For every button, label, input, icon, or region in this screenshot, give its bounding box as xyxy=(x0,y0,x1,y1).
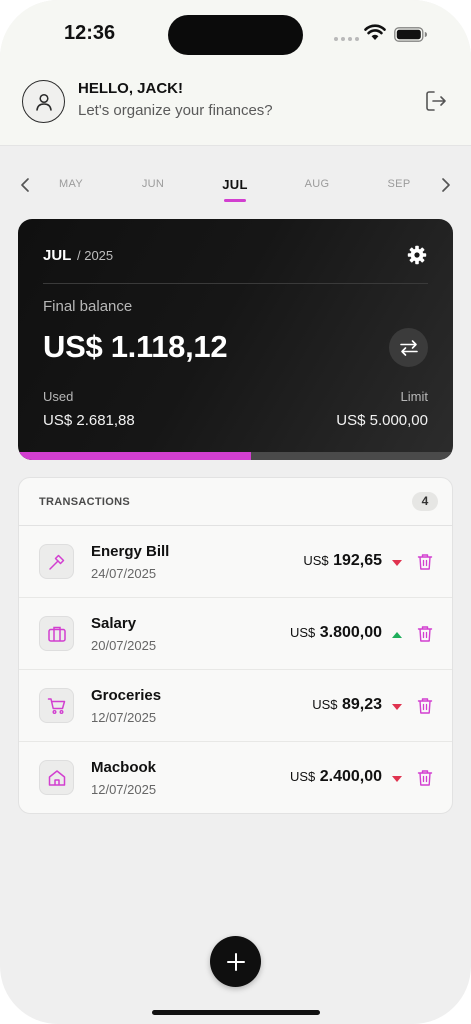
transaction-date: 20/07/2025 xyxy=(91,638,157,653)
transaction-date: 24/07/2025 xyxy=(91,566,157,581)
chevron-right-icon[interactable] xyxy=(438,176,454,194)
transaction-amount: US$ 3.800,00 xyxy=(290,624,382,642)
card-month: JUL xyxy=(43,247,72,264)
trash-icon[interactable] xyxy=(417,553,433,571)
greeting-subtitle: Let's organize your finances? xyxy=(78,102,273,119)
transaction-value: 3.800,00 xyxy=(319,624,382,641)
cart-icon xyxy=(47,697,65,714)
status-time: 12:36 xyxy=(64,22,116,44)
active-month-indicator xyxy=(224,199,246,202)
wifi-icon xyxy=(364,24,386,40)
month-selector: MAY JUN JUL AUG SEP xyxy=(0,168,471,208)
transaction-currency: US$ xyxy=(289,625,316,640)
month-tab-sep[interactable]: SEP xyxy=(388,178,411,190)
avatar[interactable] xyxy=(22,80,65,123)
used-label: Used xyxy=(43,389,74,404)
app-header: 12:36 HELLO, JACK! Let's organize your f… xyxy=(0,0,471,146)
transaction-currency: US$ xyxy=(303,553,329,568)
home-icon xyxy=(48,769,65,786)
transaction-amount: US$ 2.400,00 xyxy=(290,768,382,786)
transaction-date: 12/07/2025 xyxy=(91,782,157,797)
swap-button[interactable] xyxy=(389,328,428,367)
hammer-icon xyxy=(48,554,64,570)
transaction-value: 192,65 xyxy=(333,552,382,569)
transaction-icon xyxy=(39,688,74,723)
transactions-title: TRANSACTIONS xyxy=(39,496,130,508)
used-value: US$ 2.681,88 xyxy=(43,412,135,429)
transaction-name: Macbook xyxy=(91,759,157,776)
transaction-name: Energy Bill xyxy=(91,543,170,560)
trash-icon[interactable] xyxy=(417,625,433,643)
transaction-amount: US$ 89,23 xyxy=(312,696,382,714)
transaction-row[interactable]: Macbook 12/07/2025 US$ 2.400,00 xyxy=(19,742,452,813)
transaction-amount: US$ 192,65 xyxy=(303,552,382,570)
transaction-value: 89,23 xyxy=(341,696,382,713)
gear-icon[interactable] xyxy=(407,245,427,265)
month-tab-aug[interactable]: AUG xyxy=(305,178,330,190)
trend-up-icon xyxy=(392,632,402,638)
final-balance-label: Final balance xyxy=(43,298,133,315)
transaction-row[interactable]: Salary 20/07/2025 US$ 3.800,00 xyxy=(19,598,452,670)
battery-icon xyxy=(394,27,427,42)
month-tab-may[interactable]: MAY xyxy=(59,178,83,190)
user-icon xyxy=(35,93,52,111)
home-indicator xyxy=(152,1010,320,1015)
trash-icon[interactable] xyxy=(417,769,433,787)
trash-icon[interactable] xyxy=(417,697,433,715)
balance-card: JUL / 2025 Final balance US$ 1.118,12 Us… xyxy=(18,219,453,460)
transaction-currency: US$ xyxy=(289,769,316,784)
transaction-icon xyxy=(39,544,74,579)
logout-icon[interactable] xyxy=(424,89,448,113)
trend-down-icon xyxy=(392,704,402,710)
app-screen: 12:36 HELLO, JACK! Let's organize your f… xyxy=(0,0,471,1024)
transactions-header: TRANSACTIONS 4 xyxy=(19,478,452,526)
card-year: / 2025 xyxy=(77,248,114,263)
greeting-title: HELLO, JACK! xyxy=(78,80,183,97)
card-divider xyxy=(43,283,428,284)
transaction-row[interactable]: Energy Bill 24/07/2025 US$ 192,65 xyxy=(19,526,452,598)
transaction-icon xyxy=(39,616,74,651)
limit-label: Limit xyxy=(400,389,428,404)
trend-down-icon xyxy=(392,776,402,782)
transactions-card: TRANSACTIONS 4 Energy Bill 24/07/2025 US… xyxy=(18,477,453,814)
transaction-value: 2.400,00 xyxy=(319,768,382,785)
swap-arrows-icon xyxy=(399,339,418,356)
transaction-date: 12/07/2025 xyxy=(91,710,157,725)
limit-value: US$ 5.000,00 xyxy=(336,412,428,429)
briefcase-icon xyxy=(47,626,66,642)
transaction-name: Salary xyxy=(91,615,137,632)
month-tab-jul[interactable]: JUL xyxy=(222,177,247,192)
transaction-icon xyxy=(39,760,74,795)
transaction-name: Groceries xyxy=(91,687,162,704)
month-tab-jun[interactable]: JUN xyxy=(142,178,164,190)
transaction-row[interactable]: Groceries 12/07/2025 US$ 89,23 xyxy=(19,670,452,742)
plus-icon xyxy=(226,952,245,971)
final-balance-value: US$ 1.118,12 xyxy=(43,329,228,364)
trend-down-icon xyxy=(392,560,402,566)
chevron-left-icon[interactable] xyxy=(18,176,34,194)
add-transaction-button[interactable] xyxy=(210,936,261,987)
cellular-signal-icon xyxy=(334,37,359,41)
transactions-count-badge: 4 xyxy=(412,492,438,511)
transaction-currency: US$ xyxy=(312,697,338,712)
usage-progress-bar xyxy=(18,452,453,460)
usage-progress-fill xyxy=(18,452,252,460)
dynamic-island xyxy=(168,15,303,55)
